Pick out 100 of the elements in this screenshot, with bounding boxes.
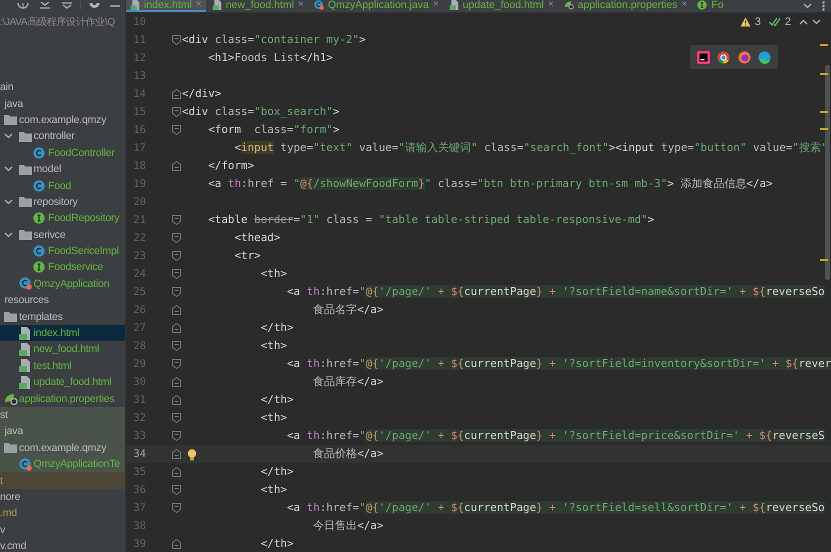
tree-item[interactable]: ain (0, 79, 125, 96)
tree-item[interactable]: new_food.html (0, 341, 125, 358)
tree-item[interactable]: v.cmd (0, 538, 125, 552)
fold-icon[interactable] (172, 215, 181, 225)
line-number: 12 (132, 52, 147, 64)
editor-tab[interactable]: Fo (693, 0, 728, 12)
fold-icon[interactable] (172, 341, 181, 351)
fold-icon[interactable] (172, 359, 181, 369)
editor-tab[interactable]: update_food.html × (444, 0, 558, 12)
chevron-icon[interactable] (4, 166, 12, 172)
passed-count[interactable]: 2 (784, 16, 791, 28)
code-line: 食品名字</a> (313, 302, 384, 318)
tree-item[interactable]: QmzyApplicationTe (0, 456, 125, 472)
minimize-icon[interactable] (110, 5, 120, 9)
tree-item[interactable]: index.html (0, 324, 125, 342)
fold-icon[interactable] (172, 431, 181, 441)
tree-item[interactable]: v (0, 522, 125, 538)
warning-marker[interactable] (820, 111, 828, 113)
tree-item[interactable]: serivce (0, 226, 125, 243)
tree-item[interactable]: Foodservice (0, 259, 125, 276)
fold-icon[interactable] (172, 251, 181, 261)
fold-icon[interactable] (172, 35, 181, 45)
more-icon[interactable] (822, 1, 825, 11)
warning-marker[interactable] (820, 73, 828, 75)
app-class-icon (18, 277, 32, 290)
fold-icon[interactable] (172, 323, 181, 333)
check-icon[interactable] (768, 17, 781, 27)
fold-icon[interactable] (172, 485, 181, 495)
browser-icon[interactable] (717, 50, 730, 64)
fold-icon[interactable] (172, 395, 181, 405)
tree-item[interactable]: FoodRepository (0, 210, 125, 227)
fold-icon[interactable] (172, 413, 181, 423)
tree-item[interactable]: java (0, 95, 125, 112)
tree-item[interactable]: FoodSericeImpl (0, 242, 125, 260)
fold-icon[interactable] (172, 287, 181, 297)
lightbulb-icon[interactable] (187, 449, 197, 461)
fold-icon[interactable] (172, 125, 181, 135)
fold-icon[interactable] (172, 107, 181, 117)
tree-item[interactable]: model (0, 160, 125, 178)
line-number: 29 (132, 358, 147, 370)
warning-marker[interactable] (820, 44, 828, 46)
fold-icon[interactable] (172, 269, 181, 279)
tree-item[interactable]: application.properties (0, 390, 125, 407)
tree-item[interactable]: test.html (0, 358, 125, 374)
tree-item[interactable]: FoodController (0, 144, 125, 161)
editor-tab[interactable]: QmzyApplication.java × (310, 0, 443, 12)
ide-icon[interactable] (696, 50, 710, 64)
fold-icon[interactable] (172, 305, 181, 315)
collapse-all-icon[interactable] (40, 2, 50, 9)
close-icon[interactable]: × (298, 0, 304, 10)
chevron-icon[interactable] (4, 198, 12, 205)
next-icon[interactable] (812, 19, 821, 25)
tree-item[interactable]: update_food.html (0, 374, 125, 390)
fold-icon[interactable] (172, 89, 181, 99)
html-file-icon (18, 326, 30, 340)
fold-icon[interactable] (172, 539, 181, 549)
code-line: </th> (260, 320, 294, 336)
tree-item[interactable]: st (0, 406, 125, 424)
tree-item[interactable]: com.example.qmzy (0, 112, 125, 128)
fold-icon[interactable] (172, 467, 181, 477)
warning-count[interactable]: 3 (754, 16, 761, 28)
close-icon[interactable]: × (196, 0, 202, 10)
tree-item[interactable]: t (0, 472, 125, 489)
close-icon[interactable]: × (548, 0, 554, 10)
fold-icon[interactable] (172, 449, 181, 459)
fold-icon[interactable] (172, 161, 181, 171)
expand-all-icon[interactable] (62, 2, 72, 9)
warning-icon[interactable] (740, 17, 751, 27)
tree-item[interactable]: repository (0, 194, 125, 210)
browser-icon[interactable] (758, 50, 772, 64)
code-line: </th> (260, 536, 294, 552)
close-icon[interactable]: × (681, 0, 688, 10)
code-line: <div class="container my-2"> (182, 32, 366, 48)
project-path: :\JAVA高级程序设计作业\Q (0, 16, 115, 30)
folder-icon (4, 442, 17, 454)
previous-icon[interactable] (799, 19, 808, 25)
warning-marker[interactable] (820, 259, 828, 261)
close-icon[interactable]: × (432, 0, 439, 10)
tree-item[interactable]: controller (0, 128, 125, 145)
tree-item[interactable]: resources (0, 292, 125, 308)
editor-tab[interactable]: application.properties × (560, 0, 692, 12)
tree-item[interactable]: Food (0, 177, 125, 194)
tree-item[interactable]: com.example.qmzy (0, 440, 125, 456)
chevron-icon[interactable] (4, 232, 12, 238)
tree-item[interactable]: .md (0, 505, 125, 522)
fold-icon[interactable] (172, 503, 181, 513)
chevron-icon[interactable] (4, 133, 12, 140)
tree-item[interactable]: nore (0, 488, 125, 506)
tree-item[interactable]: java (0, 423, 125, 440)
tree-item[interactable]: templates (0, 308, 125, 325)
chevron-down-icon[interactable] (803, 3, 812, 9)
fold-icon[interactable] (172, 233, 181, 243)
tree-item[interactable]: QmzyApplication (0, 276, 125, 292)
warning-marker[interactable] (820, 128, 828, 130)
editor-tab[interactable]: index.html × (126, 0, 206, 12)
html-file-icon (18, 376, 30, 389)
fold-icon[interactable] (172, 377, 181, 387)
line-number: 31 (132, 394, 147, 406)
editor-tab[interactable]: new_food.html × (208, 0, 308, 12)
scrollbar[interactable] (825, 65, 830, 280)
